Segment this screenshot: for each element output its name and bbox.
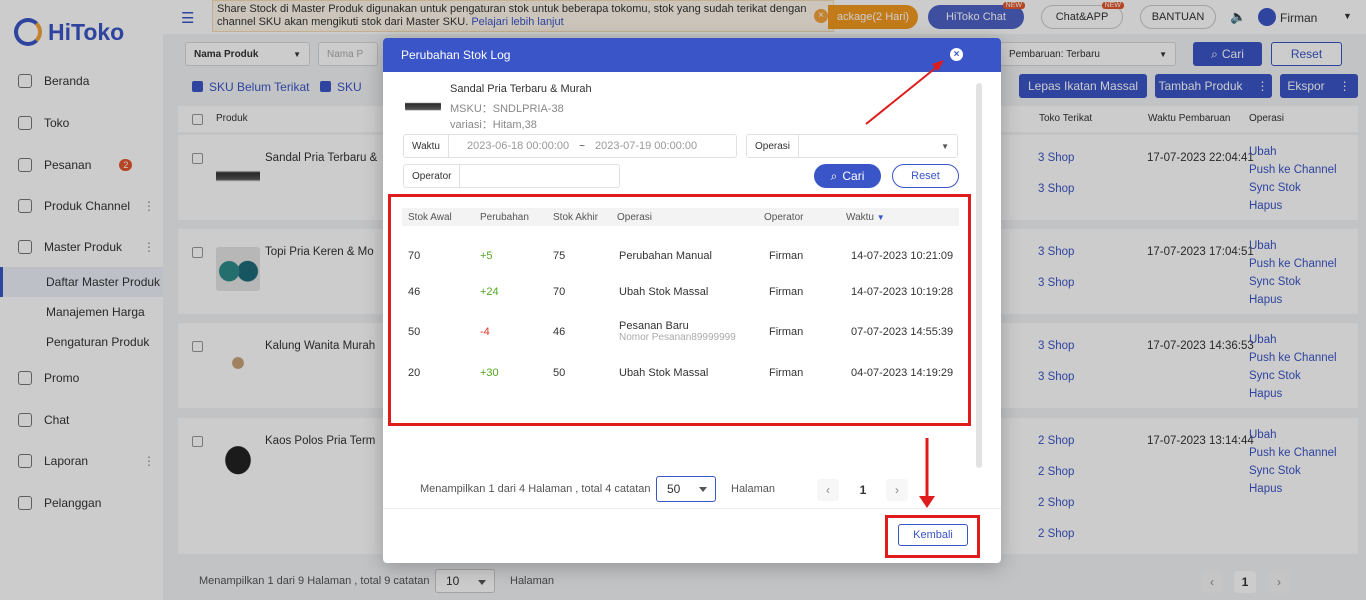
operasi-label: Operasi	[747, 135, 800, 157]
kembali-highlight-box	[885, 515, 980, 558]
modal-title: Perubahan Stok Log	[401, 48, 511, 62]
modal-search-button[interactable]: ⌕ Cari	[814, 164, 881, 188]
date-to[interactable]: 2023-07-19 00:00:00	[595, 140, 697, 152]
halaman-label: Halaman	[731, 483, 776, 495]
next-page-icon[interactable]: ›	[886, 479, 908, 501]
search-label: Cari	[842, 169, 865, 183]
modal-reset-button[interactable]: Reset	[892, 164, 959, 188]
chevron-down-icon: ▼	[941, 141, 949, 151]
variasi-line: variasi：Hitam,38	[450, 116, 537, 132]
date-separator: ~	[579, 140, 585, 152]
modal-header: Perubahan Stok Log ×	[383, 38, 1001, 72]
current-page[interactable]: 1	[852, 479, 874, 501]
msku-line: MSKU：SNDLPRIA-38	[450, 100, 564, 116]
msku-label: MSKU：	[450, 103, 493, 115]
reset-label: Reset	[911, 170, 940, 182]
msku-value: SNDLPRIA-38	[492, 103, 564, 115]
waktu-label: Waktu	[404, 135, 449, 157]
product-thumbnail	[405, 94, 441, 118]
footer-divider	[383, 508, 1001, 509]
operator-field[interactable]: Operator	[403, 164, 620, 188]
modal-scrollbar[interactable]	[976, 83, 982, 468]
variasi-label: variasi：	[450, 119, 493, 131]
pagination-summary: Menampilkan 1 dari 4 Halaman , total 4 c…	[420, 483, 651, 495]
date-from[interactable]: 2023-06-18 00:00:00	[449, 140, 569, 152]
prev-page-icon[interactable]: ‹	[817, 479, 839, 501]
search-icon: ⌕	[830, 168, 838, 183]
page-size-value: 50	[667, 482, 681, 496]
stock-log-modal: Perubahan Stok Log × Sandal Pria Terbaru…	[383, 38, 1001, 563]
operasi-select[interactable]: Operasi ▼	[746, 134, 958, 158]
page-size-select[interactable]: 50	[656, 476, 716, 502]
chevron-down-icon	[699, 487, 707, 492]
product-name: Sandal Pria Terbaru & Murah	[450, 83, 592, 95]
date-range-field[interactable]: Waktu 2023-06-18 00:00:00 ~ 2023-07-19 0…	[403, 134, 737, 158]
table-highlight-box	[388, 194, 971, 426]
variasi-value: Hitam,38	[492, 119, 537, 131]
close-icon[interactable]: ×	[950, 48, 963, 61]
operator-label: Operator	[404, 165, 461, 187]
